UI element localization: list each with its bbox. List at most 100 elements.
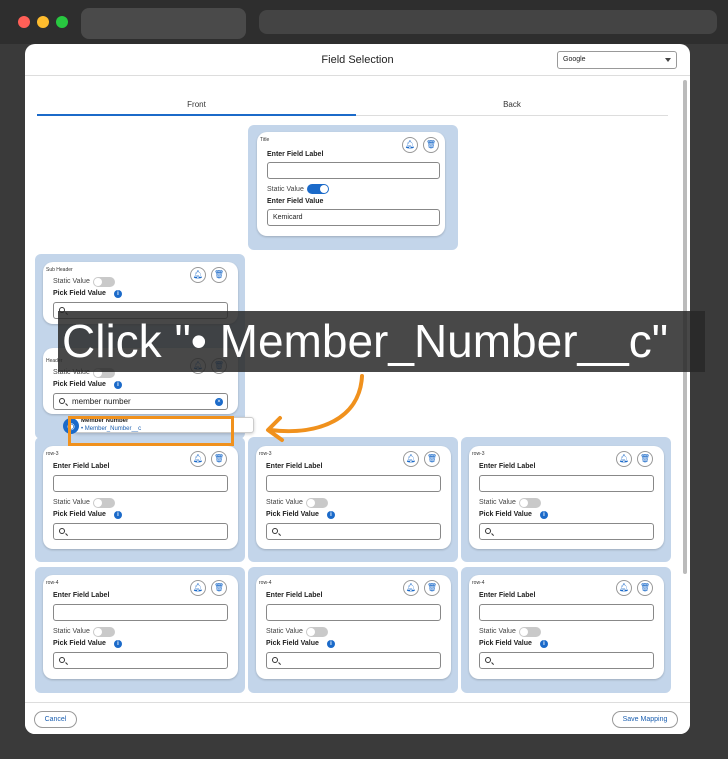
bell-icon[interactable]: 🔔︎ [190,451,206,467]
enter-field-label-label: Enter Field Label [267,151,324,158]
info-icon: i [114,290,122,298]
pick-field-value-label: Pick Field Value [479,640,532,647]
maximize-window-icon[interactable] [56,16,68,28]
static-value-label: Static Value [479,499,516,506]
bell-icon[interactable]: 🔔︎ [402,137,418,153]
trash-icon[interactable]: 🗑︎ [424,580,440,596]
info-icon: i [327,511,335,519]
static-value-label: Static Value [266,499,303,506]
enter-field-label-label: Enter Field Label [53,463,110,470]
static-value-label: Static Value [53,278,90,285]
static-value-toggle[interactable] [306,627,328,637]
enter-field-label-label: Enter Field Label [266,592,323,599]
search-icon [59,657,65,663]
search-icon [272,528,278,534]
static-value-label: Static Value [479,628,516,635]
modal-header: Field Selection Google [25,44,690,76]
bell-icon[interactable]: 🔔︎ [616,451,632,467]
static-value-toggle[interactable] [307,184,329,194]
row-4-card: row-4 🔔︎ 🗑︎ Enter Field Label Static Val… [256,575,451,679]
bell-icon[interactable]: 🔔︎ [190,580,206,596]
pick-field-search[interactable] [479,523,654,540]
card-tag: Title [260,137,270,143]
minimize-window-icon[interactable] [37,16,49,28]
pick-field-value-label: Pick Field Value [53,290,106,297]
static-value-toggle[interactable] [93,277,115,287]
static-value-toggle[interactable] [93,498,115,508]
card-tag: row-4 [472,580,485,586]
pick-field-value-label: Pick Field Value [53,640,106,647]
pick-field-search[interactable]: member number × [53,393,228,410]
card-tag: row-3 [46,451,59,457]
enter-field-label-label: Enter Field Label [53,592,110,599]
row-4-card: row-4 🔔︎ 🗑︎ Enter Field Label Static Val… [43,575,238,679]
row-3-card: row-3 🔔︎ 🗑︎ Enter Field Label Static Val… [469,446,664,549]
static-value-label: Static Value [267,186,304,193]
bell-icon[interactable]: 🔔︎ [190,267,206,283]
trash-icon[interactable]: 🗑︎ [211,580,227,596]
info-icon: i [540,640,548,648]
field-label-input[interactable] [53,604,228,621]
trash-icon[interactable]: 🗑︎ [424,451,440,467]
browser-tab[interactable] [81,8,246,39]
pick-field-value-label: Pick Field Value [266,640,319,647]
info-icon: i [540,511,548,519]
tab-back[interactable]: Back [356,100,668,109]
static-value-label: Static Value [53,499,90,506]
clear-icon[interactable]: × [215,398,223,406]
provider-select[interactable]: Google [557,51,677,69]
address-bar[interactable] [259,10,717,34]
field-label-input[interactable] [266,475,441,492]
card-tag: row-4 [46,580,59,586]
pick-field-search[interactable] [266,652,441,669]
title-card: Title 🔔︎ 🗑︎ Enter Field Label Static Val… [257,132,445,236]
pick-field-search[interactable] [266,523,441,540]
trash-icon[interactable]: 🗑︎ [637,451,653,467]
bell-icon[interactable]: 🔔︎ [616,580,632,596]
static-value-label: Static Value [53,628,90,635]
field-label-input[interactable] [266,604,441,621]
search-icon [59,398,65,404]
field-label-input[interactable] [479,604,654,621]
static-value-toggle[interactable] [93,627,115,637]
cancel-button[interactable]: Cancel [34,711,77,728]
trash-icon[interactable]: 🗑︎ [637,580,653,596]
static-value-toggle[interactable] [519,627,541,637]
enter-field-label-label: Enter Field Label [479,463,536,470]
search-icon [485,528,491,534]
trash-icon[interactable]: 🗑︎ [211,267,227,283]
row-4-card: row-4 🔔︎ 🗑︎ Enter Field Label Static Val… [469,575,664,679]
search-icon [59,528,65,534]
tab-front[interactable]: Front [37,100,356,109]
info-icon: i [114,511,122,519]
pick-field-search[interactable] [53,523,228,540]
static-value-toggle[interactable] [306,498,328,508]
static-value-label: Static Value [266,628,303,635]
search-value: member number [72,397,131,406]
field-label-input[interactable] [53,475,228,492]
bell-icon[interactable]: 🔔︎ [403,580,419,596]
pick-field-search[interactable] [53,652,228,669]
pick-field-value-label: Pick Field Value [479,511,532,518]
pointer-arrow-icon [266,374,364,442]
bell-icon[interactable]: 🔔︎ [403,451,419,467]
row-3-card: row-3 🔔︎ 🗑︎ Enter Field Label Static Val… [43,446,238,549]
row-3-card: row-3 🔔︎ 🗑︎ Enter Field Label Static Val… [256,446,451,549]
close-window-icon[interactable] [18,16,30,28]
trash-icon[interactable]: 🗑︎ [211,451,227,467]
trash-icon[interactable]: 🗑︎ [423,137,439,153]
static-value-toggle[interactable] [519,498,541,508]
search-icon [485,657,491,663]
field-label-input[interactable] [267,162,440,179]
enter-field-label-label: Enter Field Label [479,592,536,599]
field-value-input[interactable]: Kemicard [267,209,440,226]
card-tag: row-3 [472,451,485,457]
info-icon: i [114,381,122,389]
field-label-input[interactable] [479,475,654,492]
modal-footer: Cancel Save Mapping [25,702,690,734]
search-icon [272,657,278,663]
pick-field-value-label: Pick Field Value [266,511,319,518]
pick-field-search[interactable] [479,652,654,669]
save-mapping-button[interactable]: Save Mapping [612,711,678,728]
chevron-down-icon [665,58,671,62]
